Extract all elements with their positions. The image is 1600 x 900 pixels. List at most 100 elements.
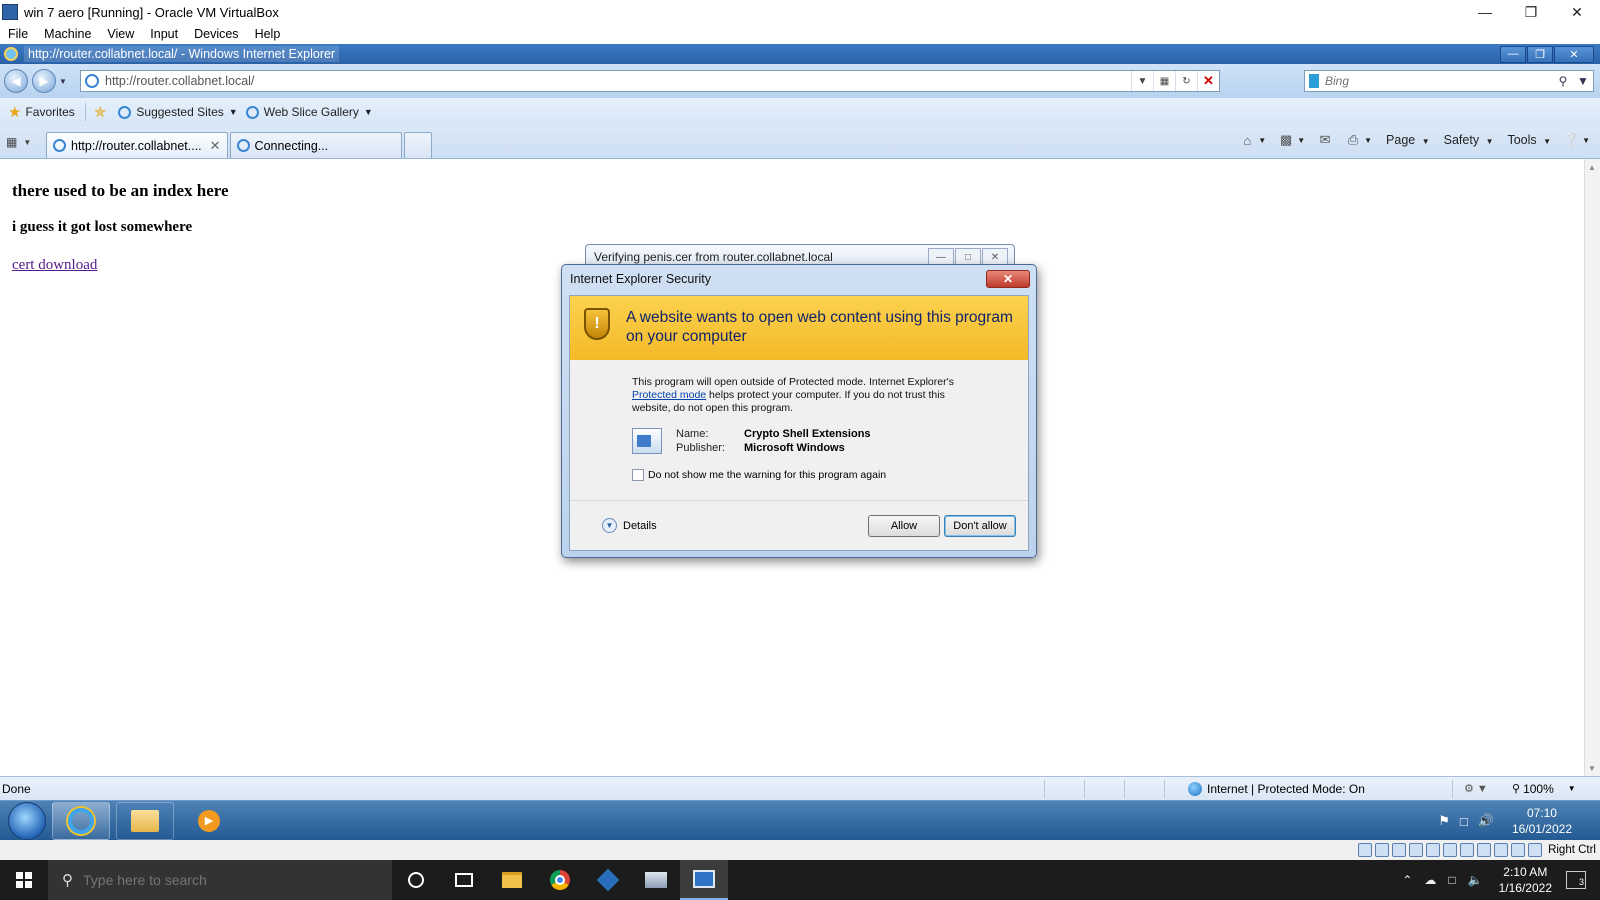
scroll-down-icon[interactable]: ▼ xyxy=(1588,764,1596,773)
favorites-bar: ★ Favorites ✯ Suggested Sites ▼ Web Slic… xyxy=(0,98,1600,126)
stop-icon[interactable]: ✕ xyxy=(1197,71,1219,91)
volume-icon[interactable]: 🔊 xyxy=(1478,813,1494,829)
address-input[interactable] xyxy=(105,74,1131,88)
host-search-input[interactable] xyxy=(83,872,363,888)
win10-start-button[interactable] xyxy=(0,860,48,900)
back-button[interactable]: ◀ xyxy=(4,69,28,93)
network-icon[interactable]: □ xyxy=(1460,814,1468,829)
help-icon[interactable]: ❔ xyxy=(1563,132,1579,148)
add-to-favorites-bar-button[interactable]: ✯ xyxy=(94,103,111,121)
notifications-icon[interactable]: 3 xyxy=(1566,871,1586,889)
host-key-label: Right Ctrl xyxy=(1548,844,1596,856)
tools-menu[interactable]: Tools ▼ xyxy=(1507,133,1551,147)
chevron-down-icon[interactable]: ▼ xyxy=(1364,136,1372,145)
usb-icon[interactable] xyxy=(1426,843,1441,857)
suggested-sites-button[interactable]: Suggested Sites ▼ xyxy=(118,105,238,119)
mouse-integration-icon[interactable] xyxy=(1511,843,1526,857)
mail-icon[interactable]: ✉ xyxy=(1317,132,1333,148)
tab-router[interactable]: http://router.collabnet.... ✕ xyxy=(46,132,228,158)
ie-title-bar: http://router.collabnet.local/ - Windows… xyxy=(0,44,1600,64)
restore-icon[interactable]: ❐ xyxy=(1508,0,1554,24)
vm-window-button[interactable] xyxy=(680,860,728,900)
address-dropdown-icon[interactable]: ▼ xyxy=(1131,71,1153,91)
safety-menu[interactable]: Safety ▼ xyxy=(1444,133,1494,147)
virtualbox-button[interactable] xyxy=(584,860,632,900)
audio-icon[interactable] xyxy=(1392,843,1407,857)
web-slice-gallery-button[interactable]: Web Slice Gallery ▼ xyxy=(245,105,373,119)
onedrive-icon[interactable]: ☁ xyxy=(1424,873,1436,887)
chevron-down-icon[interactable]: ▼ xyxy=(1297,136,1305,145)
cpu-icon[interactable] xyxy=(1494,843,1509,857)
guest-clock[interactable]: 07:10 16/01/2022 xyxy=(1512,805,1572,837)
favorites-button[interactable]: ★ Favorites xyxy=(8,103,75,121)
status-text: Done xyxy=(2,781,31,796)
search-icon[interactable]: ⚲ xyxy=(1553,74,1573,88)
search-input[interactable] xyxy=(1325,74,1553,88)
protected-mode-link[interactable]: Protected mode xyxy=(632,389,706,401)
menu-devices[interactable]: Devices xyxy=(186,27,246,41)
print-icon[interactable]: ⎙ xyxy=(1345,132,1361,148)
network-icon[interactable]: □ xyxy=(1448,873,1455,887)
dont-allow-button[interactable]: Don't allow xyxy=(944,514,1016,537)
refresh-icon[interactable]: ↻ xyxy=(1175,71,1197,91)
change-status-bar-icon[interactable]: ⚙ ▼ xyxy=(1464,782,1488,795)
chevron-down-icon[interactable]: ▼ xyxy=(1258,136,1266,145)
zoom-control[interactable]: ⚲ 100% ▼ xyxy=(1512,782,1576,796)
hard-disk-icon[interactable] xyxy=(1358,843,1373,857)
task-view-button[interactable] xyxy=(440,860,488,900)
cortana-button[interactable] xyxy=(392,860,440,900)
search-options-icon[interactable]: ▼ xyxy=(1573,74,1593,88)
optical-drive-icon[interactable] xyxy=(1375,843,1390,857)
zoom-icon: ⚲ xyxy=(1512,783,1521,795)
dont-show-again-checkbox[interactable] xyxy=(632,469,644,481)
win7-start-button[interactable] xyxy=(8,801,46,840)
ie-close-icon[interactable]: ✕ xyxy=(1554,45,1594,63)
tab-close-icon[interactable]: ✕ xyxy=(210,138,221,154)
display-icon[interactable] xyxy=(1460,843,1475,857)
home-icon[interactable]: ⌂ xyxy=(1239,132,1255,148)
ie-minimize-icon[interactable]: — xyxy=(1500,45,1526,63)
volume-muted-icon[interactable]: 🔈 xyxy=(1468,873,1483,887)
menu-file[interactable]: File xyxy=(0,27,36,41)
menu-help[interactable]: Help xyxy=(247,27,289,41)
taskbar-media-player-button[interactable]: ▶ xyxy=(180,802,238,840)
close-icon[interactable]: ✕ xyxy=(1554,0,1600,24)
menu-machine[interactable]: Machine xyxy=(36,27,99,41)
network-adapter-icon[interactable] xyxy=(1409,843,1424,857)
virtualbox-title-bar: win 7 aero [Running] - Oracle VM Virtual… xyxy=(0,0,1600,24)
host-app-button[interactable] xyxy=(632,860,680,900)
chevron-up-icon[interactable]: ⌃ xyxy=(1402,873,1412,887)
chevron-down-icon[interactable]: ▼ xyxy=(1582,136,1590,145)
vertical-scrollbar[interactable]: ▲ ▼ xyxy=(1584,159,1600,777)
recording-icon[interactable] xyxy=(1477,843,1492,857)
chrome-button[interactable] xyxy=(536,860,584,900)
tab-list-dropdown-icon[interactable]: ▼ xyxy=(23,138,31,147)
host-clock[interactable]: 2:10 AM 1/16/2022 xyxy=(1499,864,1552,896)
feeds-icon[interactable]: ▩ xyxy=(1278,132,1294,148)
cert-download-link[interactable]: cert download xyxy=(12,257,97,274)
dialog-close-button[interactable]: ✕ xyxy=(986,270,1030,288)
host-file-explorer-button[interactable] xyxy=(488,860,536,900)
minimize-icon[interactable]: — xyxy=(1462,0,1508,24)
scroll-up-icon[interactable]: ▲ xyxy=(1588,163,1596,172)
recent-pages-dropdown-icon[interactable]: ▼ xyxy=(59,77,69,86)
action-center-icon[interactable]: ⚑ xyxy=(1438,813,1450,829)
cortana-icon xyxy=(408,872,424,888)
menu-input[interactable]: Input xyxy=(142,27,186,41)
page-menu[interactable]: Page ▼ xyxy=(1386,133,1430,147)
keyboard-icon[interactable] xyxy=(1528,843,1543,857)
shared-folders-icon[interactable] xyxy=(1443,843,1458,857)
tab-connecting[interactable]: Connecting... xyxy=(229,132,402,158)
security-zone[interactable]: Internet | Protected Mode: On xyxy=(1188,781,1365,796)
forward-button[interactable]: ▶ xyxy=(32,69,56,93)
divider xyxy=(1452,780,1453,798)
taskbar-ie-button[interactable] xyxy=(52,801,110,840)
details-toggle[interactable]: ▼ Details xyxy=(602,518,657,533)
ie-restore-icon[interactable]: ❐ xyxy=(1527,45,1553,63)
taskbar-explorer-button[interactable] xyxy=(116,801,174,840)
allow-button[interactable]: Allow xyxy=(868,514,940,537)
menu-view[interactable]: View xyxy=(99,27,142,41)
compatibility-view-icon[interactable]: ▦ xyxy=(1153,71,1175,91)
new-tab-button[interactable] xyxy=(403,132,432,158)
quick-tabs-button[interactable]: ▦ ▼ xyxy=(6,130,46,154)
